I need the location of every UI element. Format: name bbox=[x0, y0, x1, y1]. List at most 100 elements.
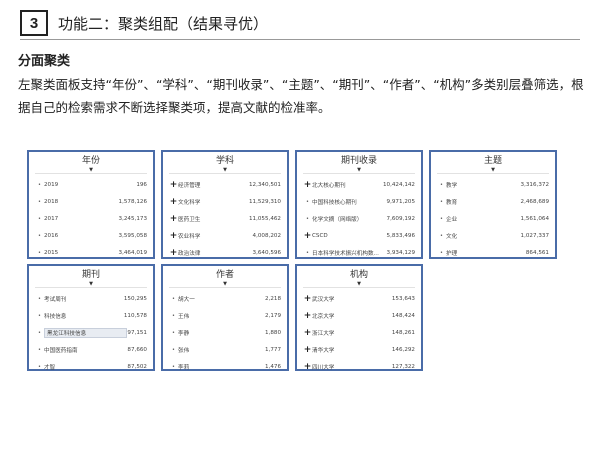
facet-item-label[interactable]: 医药卫生 bbox=[178, 215, 249, 223]
collapse-caret-icon[interactable]: ▼ bbox=[303, 281, 415, 288]
facet-item-label[interactable]: 日本科学技术振兴机构数... bbox=[312, 249, 387, 257]
bullet-icon: • bbox=[38, 363, 41, 370]
bullet-icon: • bbox=[440, 249, 443, 256]
collapse-caret-icon[interactable]: ▼ bbox=[437, 167, 549, 174]
expand-plus-icon[interactable]: + bbox=[169, 197, 178, 207]
facet-item[interactable]: • 王伟 2,179 bbox=[169, 308, 281, 325]
facet-item[interactable]: • 胡大一 2,218 bbox=[169, 291, 281, 308]
facet-item[interactable]: • 才智 87,502 bbox=[35, 358, 147, 375]
expand-plus-icon[interactable]: + bbox=[303, 362, 312, 372]
facet-panel-year: 年份 ▼ • 2019 196 • 2018 1,578,126 • 2017 3,245,173 •… bbox=[27, 150, 155, 259]
facet-item-label[interactable]: 北京大学 bbox=[312, 312, 392, 320]
collapse-caret-icon[interactable]: ▼ bbox=[169, 167, 281, 174]
facet-item-label[interactable]: 北大核心期刊 bbox=[312, 181, 383, 189]
facet-item-label[interactable]: 化学文摘（网络版） bbox=[312, 215, 387, 223]
facet-item[interactable]: • 日本科学技术振兴机构数... 3,934,129 bbox=[303, 244, 415, 261]
facet-item[interactable]: • 2016 3,595,058 bbox=[35, 227, 147, 244]
facet-item-label[interactable]: CSCD bbox=[312, 233, 387, 239]
collapse-caret-icon[interactable]: ▼ bbox=[169, 281, 281, 288]
expand-plus-icon[interactable]: + bbox=[169, 231, 178, 241]
expand-plus-icon[interactable]: + bbox=[303, 231, 312, 241]
facet-item-label[interactable]: 考试周刊 bbox=[44, 295, 124, 303]
facet-item-label[interactable]: 农业科学 bbox=[178, 232, 253, 240]
collapse-caret-icon[interactable]: ▼ bbox=[35, 167, 147, 174]
facet-item[interactable]: + 医药卫生 11,055,462 bbox=[169, 211, 281, 228]
facet-item-label[interactable]: 武汉大学 bbox=[312, 295, 392, 303]
facet-item[interactable]: • 化学文摘（网络版） 7,609,192 bbox=[303, 211, 415, 228]
expand-plus-icon[interactable]: + bbox=[169, 214, 178, 224]
collapse-caret-icon[interactable]: ▼ bbox=[35, 281, 147, 288]
facet-item[interactable]: + 武汉大学 153,643 bbox=[303, 291, 415, 308]
facet-item-count: 150,295 bbox=[123, 296, 147, 303]
facet-item-count: 3,316,372 bbox=[520, 182, 549, 189]
facet-item-label[interactable]: 2016 bbox=[44, 233, 119, 239]
facet-item-label[interactable]: 中国医药指南 bbox=[44, 346, 127, 354]
facet-item-label[interactable]: 科技信息 bbox=[44, 312, 124, 320]
facet-item-label[interactable]: 王伟 bbox=[178, 312, 265, 320]
facet-panel-institution: 机构 ▼ + 武汉大学 153,643 + 北京大学 148,424 + 浙江大学 148,261 +… bbox=[295, 264, 423, 372]
facet-item[interactable]: • 文化 1,027,337 bbox=[437, 227, 549, 244]
facet-item[interactable]: + 浙江大学 148,261 bbox=[303, 325, 415, 342]
facet-item-label[interactable]: 2017 bbox=[44, 216, 119, 222]
facet-item[interactable]: • 2017 3,245,173 bbox=[35, 211, 147, 228]
facet-item[interactable]: + 北京大学 148,424 bbox=[303, 308, 415, 325]
facet-item[interactable]: + 四川大学 127,322 bbox=[303, 358, 415, 375]
facet-item[interactable]: • 张伟 1,777 bbox=[169, 341, 281, 358]
bullet-icon: • bbox=[172, 296, 175, 303]
facet-item-label[interactable]: 2019 bbox=[44, 182, 136, 188]
facet-item-label[interactable]: 企业 bbox=[446, 215, 521, 223]
facet-item[interactable]: • 教育 2,468,689 bbox=[437, 194, 549, 211]
facet-item-label[interactable]: 四川大学 bbox=[312, 363, 392, 371]
facet-item[interactable]: • 2019 196 bbox=[35, 177, 147, 194]
expand-plus-icon[interactable]: + bbox=[303, 294, 312, 304]
facet-item-label[interactable]: 2015 bbox=[44, 250, 119, 256]
collapse-caret-icon[interactable]: ▼ bbox=[303, 167, 415, 174]
facet-item-label[interactable]: 李静 bbox=[178, 329, 265, 337]
facet-item[interactable]: + 政治法律 3,640,596 bbox=[169, 244, 281, 261]
facet-item-label[interactable]: 教育 bbox=[446, 198, 521, 206]
facet-item[interactable]: + 经济管理 12,340,501 bbox=[169, 177, 281, 194]
facet-panel-topic: 主题 ▼ • 教学 3,316,372 • 教育 2,468,689 • 企业 1,561,064 •… bbox=[429, 150, 557, 259]
facet-item-label[interactable]: 文化科学 bbox=[178, 198, 249, 206]
facet-item[interactable]: • 中国科技核心期刊 9,971,205 bbox=[303, 194, 415, 211]
facet-item-label[interactable]: 黑龙江科技信息 bbox=[44, 327, 128, 338]
facet-item[interactable]: + CSCD 5,833,496 bbox=[303, 227, 415, 244]
facet-item-label[interactable]: 文化 bbox=[446, 232, 521, 240]
facet-item-label[interactable]: 教学 bbox=[446, 181, 521, 189]
facet-item-label[interactable]: 经济管理 bbox=[178, 181, 249, 189]
expand-plus-icon[interactable]: + bbox=[303, 311, 312, 321]
facet-item[interactable]: + 文化科学 11,529,310 bbox=[169, 194, 281, 211]
facet-item-label[interactable]: 李莉 bbox=[178, 363, 265, 371]
facet-item-label[interactable]: 2018 bbox=[44, 199, 119, 205]
facet-item[interactable]: • 李莉 1,476 bbox=[169, 358, 281, 375]
bullet-icon: • bbox=[172, 363, 175, 370]
facet-item[interactable]: • 护理 864,561 bbox=[437, 244, 549, 261]
facet-item-label[interactable]: 才智 bbox=[44, 363, 127, 371]
facet-item[interactable]: • 考试周刊 150,295 bbox=[35, 291, 147, 308]
facet-item[interactable]: + 农业科学 4,008,202 bbox=[169, 227, 281, 244]
facet-item[interactable]: • 科技信息 110,578 bbox=[35, 308, 147, 325]
expand-plus-icon[interactable]: + bbox=[169, 180, 178, 190]
facet-item[interactable]: • 李静 1,880 bbox=[169, 325, 281, 342]
facet-item[interactable]: • 黑龙江科技信息 97,151 bbox=[35, 325, 147, 342]
facet-item-label[interactable]: 张伟 bbox=[178, 346, 265, 354]
expand-plus-icon[interactable]: + bbox=[303, 328, 312, 338]
facet-item[interactable]: • 企业 1,561,064 bbox=[437, 211, 549, 228]
facet-item[interactable]: • 中国医药指南 87,660 bbox=[35, 341, 147, 358]
facet-item[interactable]: • 2015 3,464,019 bbox=[35, 244, 147, 261]
expand-plus-icon[interactable]: + bbox=[169, 248, 178, 258]
bullet-icon: • bbox=[38, 199, 41, 206]
facet-item-label[interactable]: 清华大学 bbox=[312, 346, 392, 354]
facet-item-label[interactable]: 中国科技核心期刊 bbox=[312, 198, 387, 206]
facet-item[interactable]: • 2018 1,578,126 bbox=[35, 194, 147, 211]
facet-item-label[interactable]: 护理 bbox=[446, 249, 526, 257]
facet-item-label[interactable]: 政治法律 bbox=[178, 249, 253, 257]
facet-item-label[interactable]: 胡大一 bbox=[178, 295, 265, 303]
facet-item-label[interactable]: 浙江大学 bbox=[312, 329, 392, 337]
facet-item[interactable]: • 教学 3,316,372 bbox=[437, 177, 549, 194]
facet-item[interactable]: + 清华大学 146,292 bbox=[303, 341, 415, 358]
expand-plus-icon[interactable]: + bbox=[303, 345, 312, 355]
facet-item[interactable]: + 北大核心期刊 10,424,142 bbox=[303, 177, 415, 194]
facet-item-count: 12,340,501 bbox=[248, 182, 281, 189]
expand-plus-icon[interactable]: + bbox=[303, 180, 312, 190]
